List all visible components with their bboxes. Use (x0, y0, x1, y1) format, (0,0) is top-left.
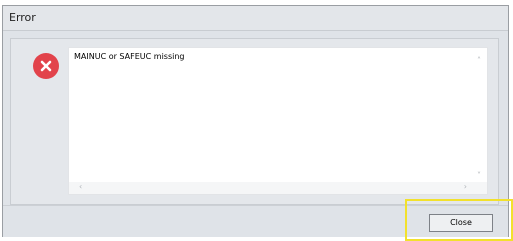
scroll-right-arrow[interactable]: › (464, 183, 467, 191)
close-button[interactable]: Close (429, 214, 493, 232)
dialog-title: Error (9, 11, 36, 24)
message-panel: MAINUC or SAFEUC missing ˄ ˅ ‹ › (10, 38, 499, 205)
scroll-up-arrow[interactable]: ˄ (477, 57, 481, 65)
error-x-icon (33, 53, 59, 79)
scroll-left-arrow[interactable]: ‹ (79, 183, 82, 191)
error-dialog: Error MAINUC or SAFEUC missing ˄ ˅ ‹ › C… (2, 5, 509, 237)
horizontal-scrollbar[interactable]: ‹ › (69, 182, 487, 194)
error-message: MAINUC or SAFEUC missing (74, 52, 185, 61)
button-bar: Close (3, 205, 508, 237)
scroll-down-arrow[interactable]: ˅ (477, 172, 481, 180)
title-bar[interactable]: Error (3, 6, 508, 31)
message-textbox[interactable]: MAINUC or SAFEUC missing ˄ ˅ ‹ › (68, 47, 488, 195)
